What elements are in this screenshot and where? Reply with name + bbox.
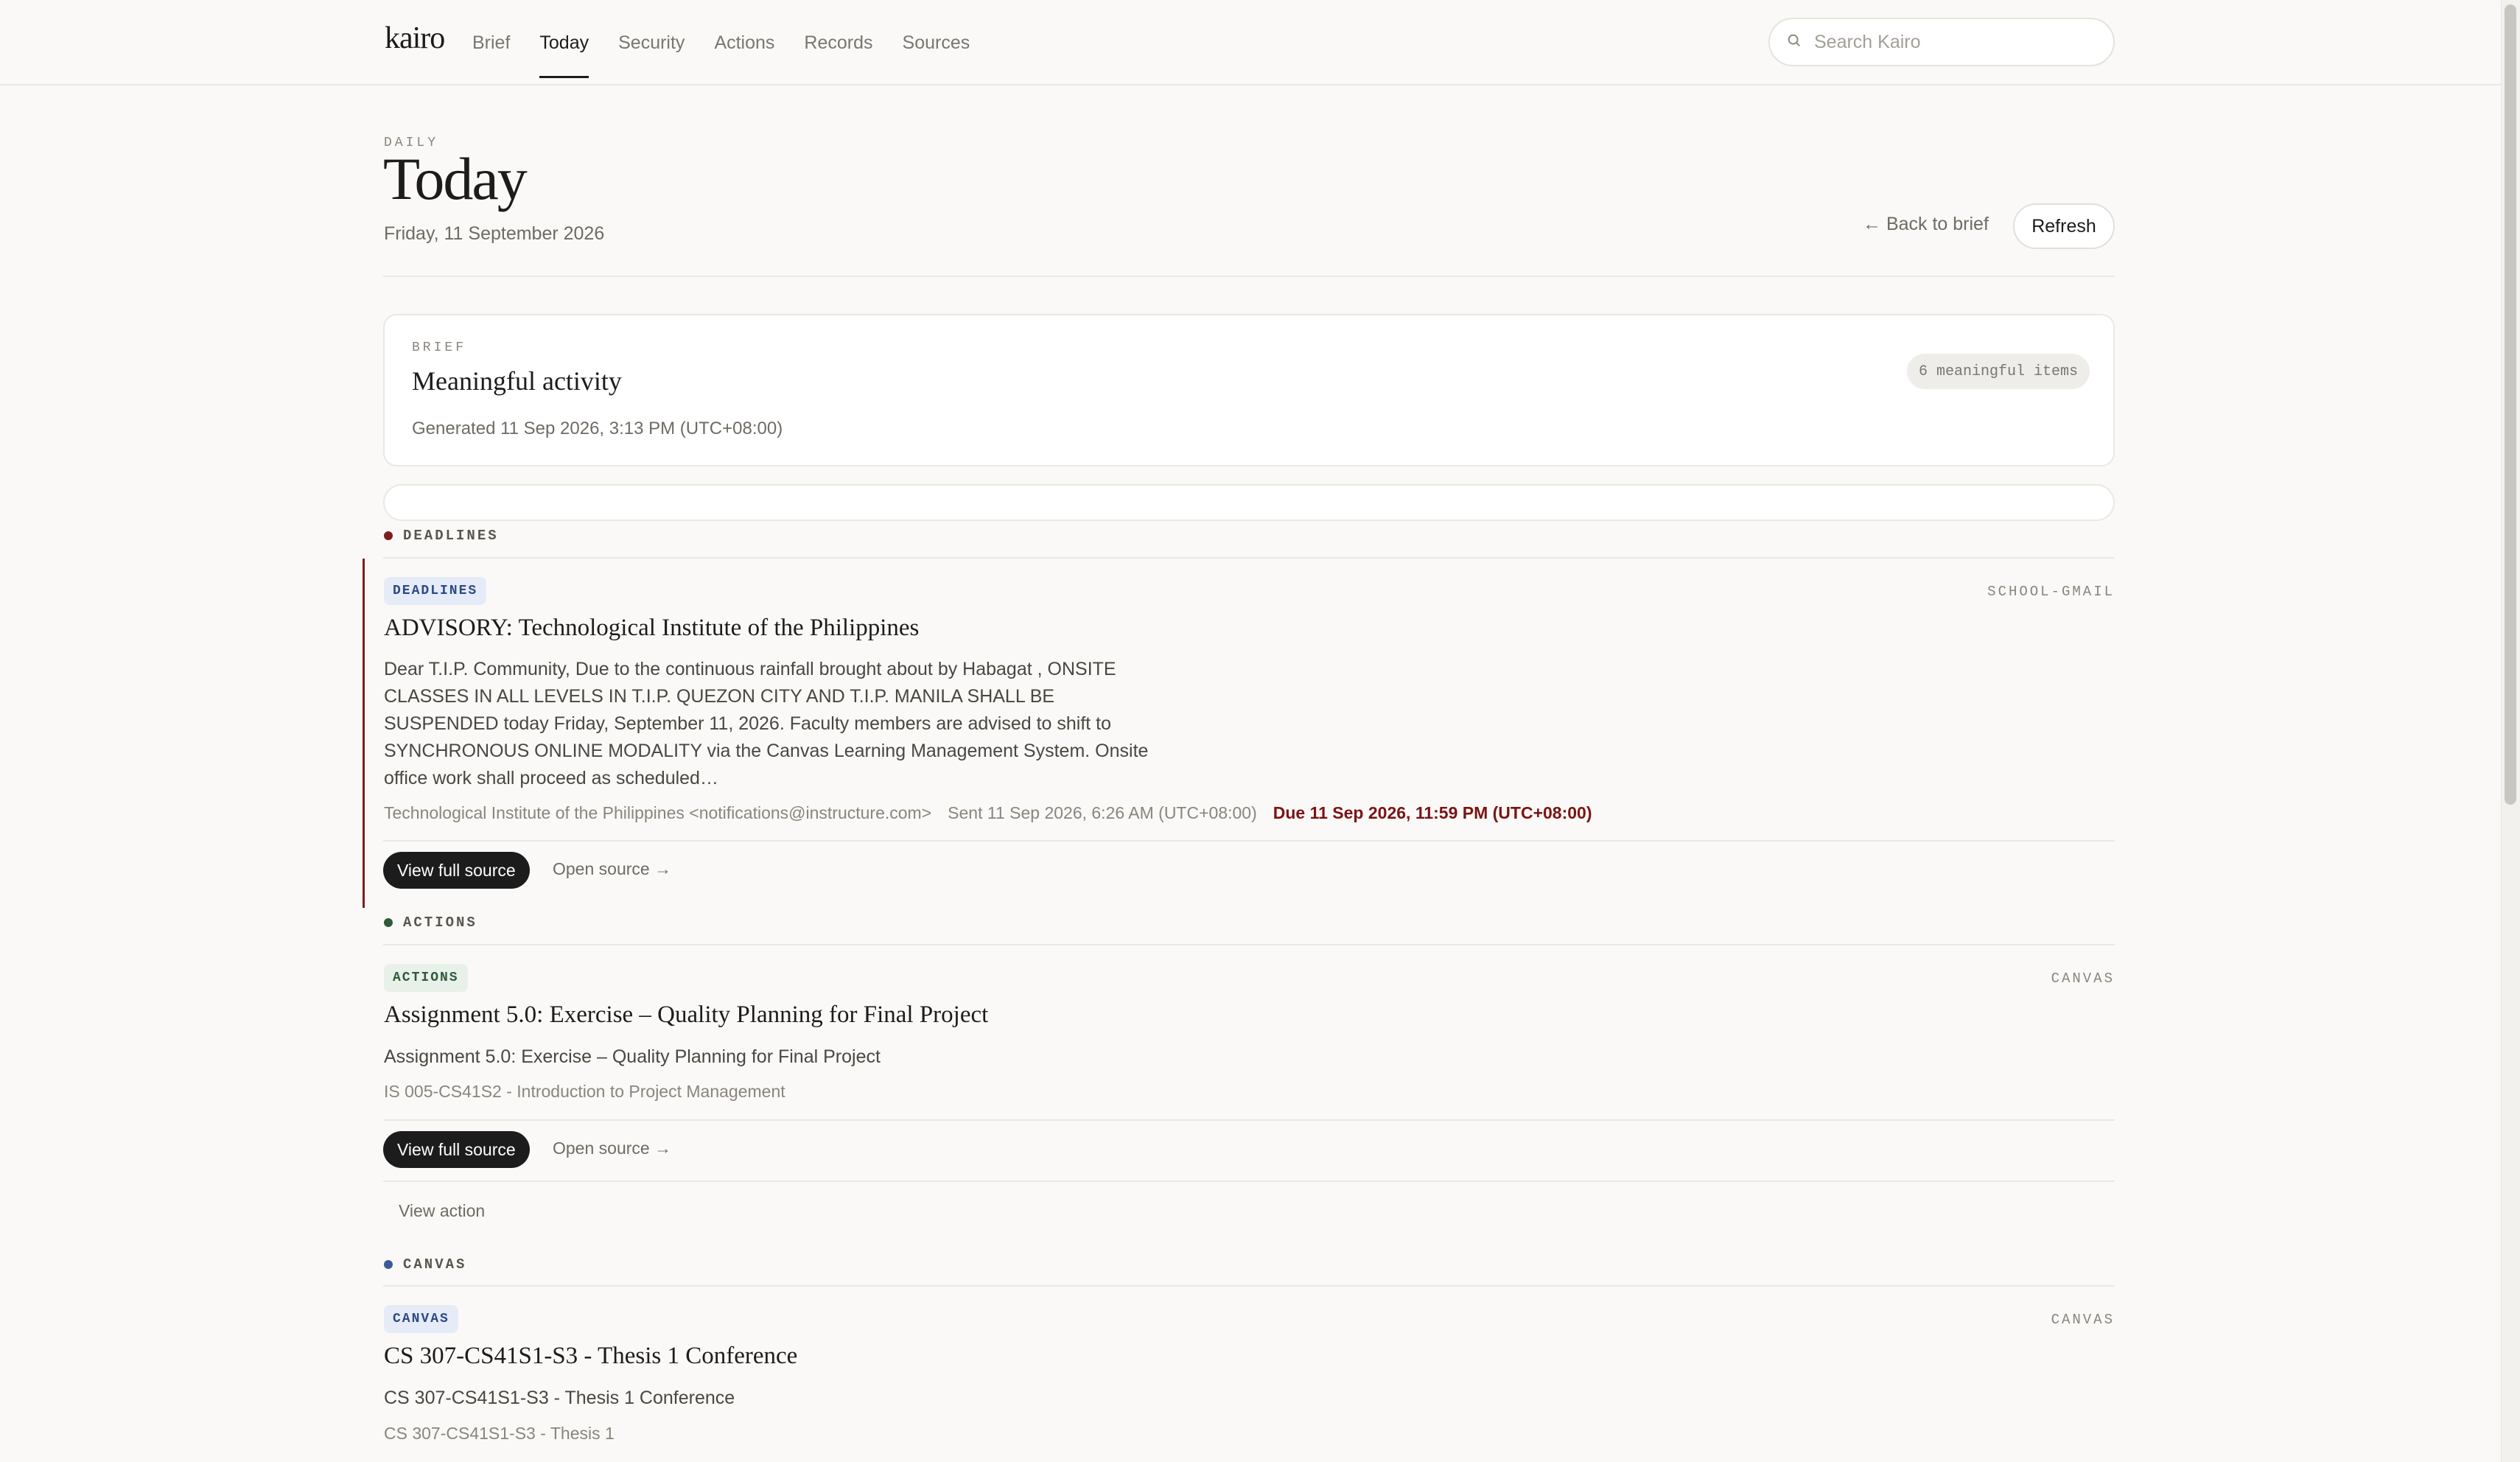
brief-title: Meaningful activity <box>412 366 622 396</box>
section-dot <box>384 918 393 927</box>
item-source-label: CANVAS <box>2051 970 2115 987</box>
section-divider <box>383 944 2115 945</box>
item-course: IS 005-CS41S2 - Introduction to Project … <box>384 1082 785 1102</box>
item-course-name: IS 005-CS41S2 - Introduction to Project … <box>384 1082 785 1101</box>
section-divider <box>383 557 2115 559</box>
app-logo[interactable]: kairo <box>385 21 445 56</box>
section-label: CANVAS <box>403 1256 467 1273</box>
item-meta: Technological Institute of the Philippin… <box>384 803 1592 823</box>
open-source-link[interactable]: Open source → <box>553 859 671 879</box>
meaningful-items-badge: 6 meaningful items <box>1907 354 2090 389</box>
item-body: Dear T.I.P. Community, Due to the contin… <box>384 659 1149 788</box>
section-header-canvas: CANVAS <box>384 1256 466 1273</box>
item-subtitle: Assignment 5.0: Exercise – Quality Plann… <box>384 1046 881 1067</box>
top-navigation-bar: kairo Brief Today Security Actions Recor… <box>0 0 2501 85</box>
item-course: CS 307-CS41S1-S3 - Thesis 1 <box>384 1424 615 1444</box>
section-header-actions: ACTIONS <box>384 914 477 931</box>
item-tag: ACTIONS <box>384 964 468 992</box>
item-subtitle: CS 307-CS41S1-S3 - Thesis 1 Conference <box>384 1388 735 1408</box>
search-box[interactable] <box>1768 18 2115 66</box>
section-label: ACTIONS <box>403 914 477 931</box>
section-label: DEADLINES <box>403 528 499 544</box>
nav-item-sources[interactable]: Sources <box>903 0 970 85</box>
brief-generated-timestamp: Generated 11 Sep 2026, 3:13 PM (UTC+08:0… <box>412 419 783 438</box>
scrollbar-thumb[interactable] <box>2505 4 2516 805</box>
section-dot <box>384 1260 393 1269</box>
brief-card: BRIEF Meaningful activity Generated 11 S… <box>383 314 2115 466</box>
section-divider <box>383 1285 2115 1287</box>
nav-item-security[interactable]: Security <box>618 0 685 85</box>
section-header-deadlines: DEADLINES <box>384 528 499 544</box>
section-dot <box>384 531 393 540</box>
nav-item-records[interactable]: Records <box>804 0 872 85</box>
view-full-source-button[interactable]: View full source <box>383 1131 530 1168</box>
item-tag: CANVAS <box>384 1305 458 1333</box>
item-sender: Technological Institute of the Philippin… <box>384 803 932 822</box>
item-source-label: SCHOOL-GMAIL <box>1987 584 2115 600</box>
main-nav: Brief Today Security Actions Records Sou… <box>472 0 999 85</box>
item-title[interactable]: ADVISORY: Technological Institute of the… <box>384 615 919 642</box>
nav-item-brief[interactable]: Brief <box>472 0 510 85</box>
nav-item-today[interactable]: Today <box>539 0 589 85</box>
item-title[interactable]: CS 307-CS41S1-S3 - Thesis 1 Conference <box>384 1343 797 1370</box>
page-title: Today <box>383 145 528 212</box>
item-due-date: Due 11 Sep 2026, 11:59 PM (UTC+08:00) <box>1273 803 1592 822</box>
search-input[interactable] <box>1814 31 2094 53</box>
item-course-name: CS 307-CS41S1-S3 - Thesis 1 <box>384 1424 615 1443</box>
view-full-source-button[interactable]: View full source <box>383 852 530 889</box>
item-title[interactable]: Assignment 5.0: Exercise – Quality Plann… <box>384 1001 988 1029</box>
brief-eyebrow: BRIEF <box>412 340 467 355</box>
view-action-link[interactable]: View action <box>399 1201 485 1221</box>
search-icon <box>1786 32 1802 52</box>
filter-bar[interactable] <box>383 484 2115 521</box>
header-divider <box>383 276 2115 277</box>
page-date: Friday, 11 September 2026 <box>384 223 605 244</box>
refresh-button[interactable]: Refresh <box>2013 203 2115 249</box>
open-source-link[interactable]: Open source → <box>553 1139 671 1158</box>
item-tag: DEADLINES <box>384 577 487 605</box>
item-divider <box>383 840 2115 842</box>
item-divider <box>383 1119 2115 1121</box>
item-divider <box>383 1181 2115 1182</box>
back-to-brief-link[interactable]: ← Back to brief <box>1863 214 1989 235</box>
item-source-label: CANVAS <box>2051 1312 2115 1328</box>
deadline-accent-bar <box>363 559 365 908</box>
nav-item-actions[interactable]: Actions <box>714 0 774 85</box>
item-sent-time: Sent 11 Sep 2026, 6:26 AM (UTC+08:00) <box>948 803 1257 822</box>
